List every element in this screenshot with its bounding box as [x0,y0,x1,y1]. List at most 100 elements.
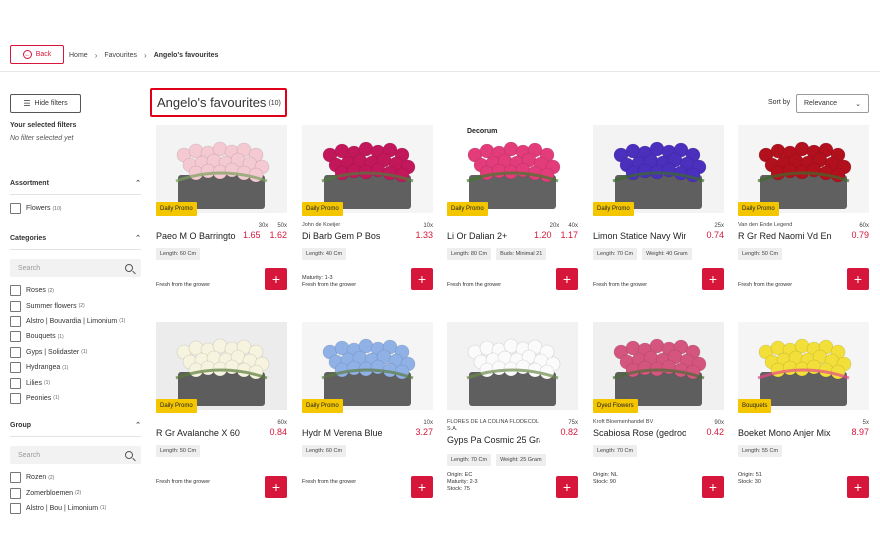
product-image-wrap[interactable]: Decorum [447,125,578,213]
product-image-wrap[interactable] [156,125,287,213]
product-name[interactable]: Di Barb Gem P Bos [302,231,380,241]
checkbox[interactable] [10,502,21,514]
plus-icon: + [562,479,572,495]
product-image-wrap[interactable] [156,322,287,410]
meta-line: Fresh from the grower [156,479,211,485]
quantity: 20x [549,223,560,229]
checkbox[interactable] [10,346,21,358]
meta-line: Stock: 75 [447,486,470,492]
checkbox[interactable] [10,472,21,484]
back-button[interactable]: ← Back [10,45,64,64]
product-image-wrap[interactable] [447,322,578,410]
product-card[interactable]: Decorum Daily Promo Li Or Dalian 2+ 20x 40x 1… [447,125,578,315]
group-header[interactable]: Group ⌃ [10,421,141,437]
product-card[interactable]: Daily Promo R Gr Avalanche X 60 60x 0.84 Len… [156,322,287,512]
product-name[interactable]: R Gr Red Naomi Vd End... [738,231,831,241]
filter-option[interactable]: Roses (2) [10,283,141,298]
add-to-cart-button[interactable]: + [847,476,869,498]
filter-option[interactable]: Lilies (1) [10,375,141,390]
spec-tag: Length: 70 Cm [593,248,638,260]
group-search-input[interactable]: Search [10,446,141,464]
categories-search-input[interactable]: Search [10,259,141,277]
product-meta: Fresh from the grower [302,479,356,486]
breadcrumb-home[interactable]: Home [69,52,88,59]
add-to-cart-button[interactable]: + [411,476,433,498]
quantity: 10x [423,420,433,426]
checkbox[interactable] [10,362,21,374]
filter-option[interactable]: Flowers (10) [10,201,141,216]
product-name[interactable]: Hydr M Verena Blue [302,428,383,438]
filter-option[interactable]: Peonies (1) [10,391,141,406]
price-list: 0.42 [706,427,724,437]
meta-line: Fresh from the grower [447,282,502,288]
checkbox[interactable] [10,392,21,404]
checkbox[interactable] [10,203,21,215]
product-card[interactable]: Bouquets Boeket Mono Anjer Mix 5x 8.97 Lengt… [738,322,869,512]
add-to-cart-button[interactable]: + [265,268,287,290]
filter-option[interactable]: Zomerbloemen (2) [10,485,141,500]
checkbox[interactable] [10,377,21,389]
add-to-cart-button[interactable]: + [411,268,433,290]
breadcrumb-favourites[interactable]: Favourites [104,52,137,59]
product-meta: Origin: 51 Stock: 30 [738,472,762,486]
filter-option[interactable]: Gyps | Solidaster (1) [10,345,141,360]
group-title: Group [10,421,31,429]
filter-option-label: Gyps | Solidaster [26,348,80,356]
add-to-cart-button[interactable]: + [702,476,724,498]
product-name[interactable]: Li Or Dalian 2+ [447,231,507,241]
product-image-wrap[interactable] [738,322,869,410]
product-card[interactable]: Daily Promo Limon Statice Navy Win... 25x 0… [593,125,724,315]
filter-option-label: Bouquets [26,333,56,341]
product-image-wrap[interactable] [593,125,724,213]
product-name[interactable]: Boeket Mono Anjer Mix [738,428,831,438]
promo-badge: Daily Promo [593,202,634,216]
product-name[interactable]: Paeo M O Barringto [156,231,236,241]
promo-badge: Bouquets [738,399,772,413]
product-name[interactable]: R Gr Avalanche X 60 [156,428,240,438]
price-list: 0.74 [706,230,724,240]
filter-option[interactable]: Alstro | Bouvardia | Limonium (1) [10,314,141,329]
filter-option[interactable]: Summer flowers (2) [10,298,141,313]
add-to-cart-button[interactable]: + [702,268,724,290]
product-image-wrap[interactable] [302,125,433,213]
filter-option[interactable]: Rozen (2) [10,470,141,485]
meta-line: Maturity: 2-3 [447,479,478,485]
checkbox[interactable] [10,487,21,499]
checkbox[interactable] [10,315,21,327]
filter-option-count: (1) [53,395,60,402]
product-name[interactable]: Scabiosa Rose (gedroo... [593,428,686,438]
add-to-cart-button[interactable]: + [847,268,869,290]
product-name[interactable]: Gyps Pa Cosmic 25 Gra... [447,435,540,445]
product-card[interactable]: Daily Promo John de Koeijer Di Barb Gem P … [302,125,433,315]
filter-option[interactable]: Alstro | Bou | Limonium (1) [10,501,141,516]
product-card[interactable]: Daily Promo Hydr M Verena Blue 10x 3.27 Leng… [302,322,433,512]
breadcrumb-current: Angelo's favourites [153,52,219,59]
product-card[interactable]: FLORES DE LA COLINA FLODECOL S.A. Gyps Pa… [447,322,578,512]
checkbox[interactable] [10,285,21,297]
add-to-cart-button[interactable]: + [556,476,578,498]
filter-option[interactable]: Hydrangea (1) [10,360,141,375]
product-name[interactable]: Limon Statice Navy Win... [593,231,686,241]
product-card[interactable]: Daily Promo Van den Ende Legend R Gr Red N… [738,125,869,315]
product-image-wrap[interactable] [738,125,869,213]
hide-filters-label: Hide filters [34,100,68,107]
quantity: 5x [862,420,869,426]
add-to-cart-button[interactable]: + [556,268,578,290]
checkbox[interactable] [10,331,21,343]
add-to-cart-button[interactable]: + [265,476,287,498]
categories-search-placeholder: Search [18,264,41,272]
back-label: Back [35,51,52,58]
price: 0.74 [706,230,724,240]
promo-badge: Daily Promo [447,202,488,216]
hide-filters-button[interactable]: ☰ Hide filters [10,94,81,113]
product-card[interactable]: Daily Promo Paeo M O Barringto 30x 50x 1.65 1… [156,125,287,315]
product-image-wrap[interactable] [593,322,724,410]
product-image [302,125,433,213]
filter-option[interactable]: Bouquets (1) [10,329,141,344]
product-image-wrap[interactable] [302,322,433,410]
assortment-header[interactable]: Assortment ⌃ [10,179,141,195]
categories-header[interactable]: Categories ⌃ [10,234,141,250]
product-card[interactable]: Dyed Flowers Kroft Bloemenhandel BV Scabio… [593,322,724,512]
checkbox[interactable] [10,300,21,312]
sort-select[interactable]: Relevance ⌄ [796,94,869,113]
